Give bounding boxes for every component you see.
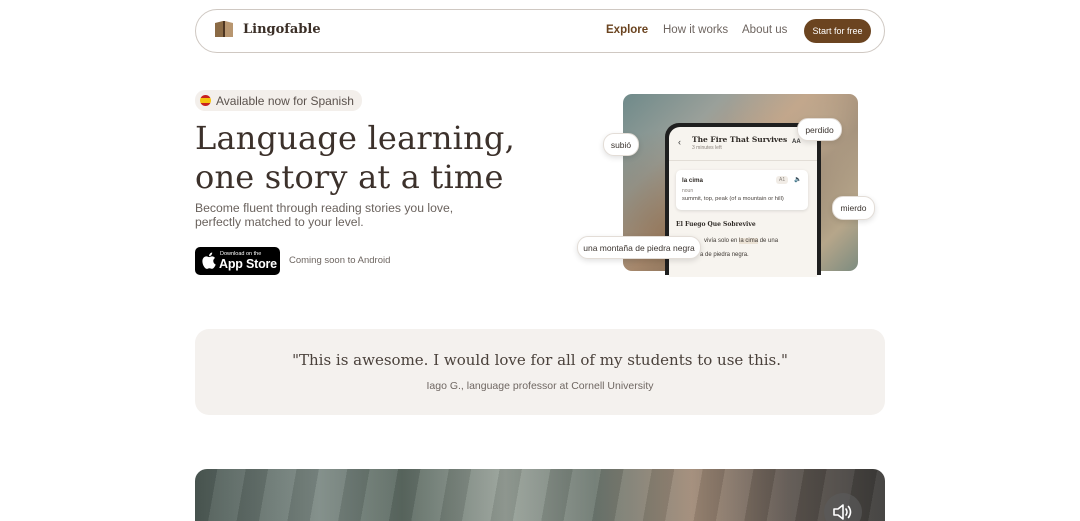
phrase-bubble-montana: una montaña de piedra negra [577, 236, 701, 259]
nav-link-how-it-works[interactable]: How it works [663, 24, 728, 36]
apple-icon [202, 252, 216, 269]
para-text-post: de una [758, 238, 779, 244]
word-bubble-mierdo: mierdo [832, 196, 875, 220]
availability-badge: Available now for Spanish [195, 90, 362, 111]
start-for-free-button[interactable]: Start for free [804, 19, 871, 43]
back-chevron-icon[interactable]: ‹ [678, 137, 681, 147]
speaker-icon[interactable]: 🔈 [794, 176, 801, 183]
availability-text: Available now for Spanish [216, 93, 354, 108]
story-title: The Fire That Survives [692, 135, 788, 144]
hero-title-line1: Language learning, [195, 119, 515, 157]
app-store-button[interactable]: Download on the App Store [195, 247, 280, 275]
brand-logo[interactable]: Lingofable [214, 20, 321, 38]
android-note: Coming soon to Android [289, 255, 391, 266]
definition-text: summit, top, peak (of a mountain or hill… [682, 196, 784, 202]
word-definition-card: la cima A1 🔈 noun summit, top, peak (of … [676, 170, 808, 210]
nav-link-explore[interactable]: Explore [606, 24, 648, 36]
font-size-button[interactable]: AA [792, 139, 801, 145]
level-badge: A1 [776, 176, 789, 184]
divider [669, 160, 817, 161]
part-of-speech: noun [682, 188, 694, 194]
nav-link-about-us[interactable]: About us [742, 24, 787, 36]
top-navigation: Lingofable Explore How it works About us… [195, 9, 885, 53]
para-text-pre: vivía solo en [704, 238, 740, 244]
hero-title-line2: one story at a time [195, 158, 504, 196]
book-logo-icon [215, 21, 233, 37]
spain-flag-icon [200, 95, 211, 106]
speaker-icon [833, 504, 852, 520]
definition-word: la cima [682, 177, 703, 184]
story-paragraph-line1: vivía solo en la cima de una [704, 238, 778, 244]
testimonial-card: "This is awesome. I would love for all o… [195, 329, 885, 415]
hero-title: Language learning, one story at a time [195, 119, 515, 197]
brand-name: Lingofable [243, 21, 321, 37]
story-paragraph-line2: a de piedra negra. [700, 252, 749, 258]
testimonial-quote: "This is awesome. I would love for all o… [292, 351, 788, 369]
story-time-left: 3 minutes left [692, 145, 722, 151]
hero-subtitle: Become fluent through reading stories yo… [195, 201, 454, 229]
chapter-title: El Fuego Que Sobrevive [676, 221, 756, 228]
app-store-label: App Store [219, 257, 277, 271]
highlighted-word[interactable]: la cima [739, 238, 759, 244]
word-bubble-perdido: perdido [797, 118, 842, 141]
video-player[interactable] [195, 469, 885, 521]
word-bubble-subio: subió [603, 133, 639, 156]
testimonial-author: Iago G., language professor at Cornell U… [426, 380, 654, 392]
